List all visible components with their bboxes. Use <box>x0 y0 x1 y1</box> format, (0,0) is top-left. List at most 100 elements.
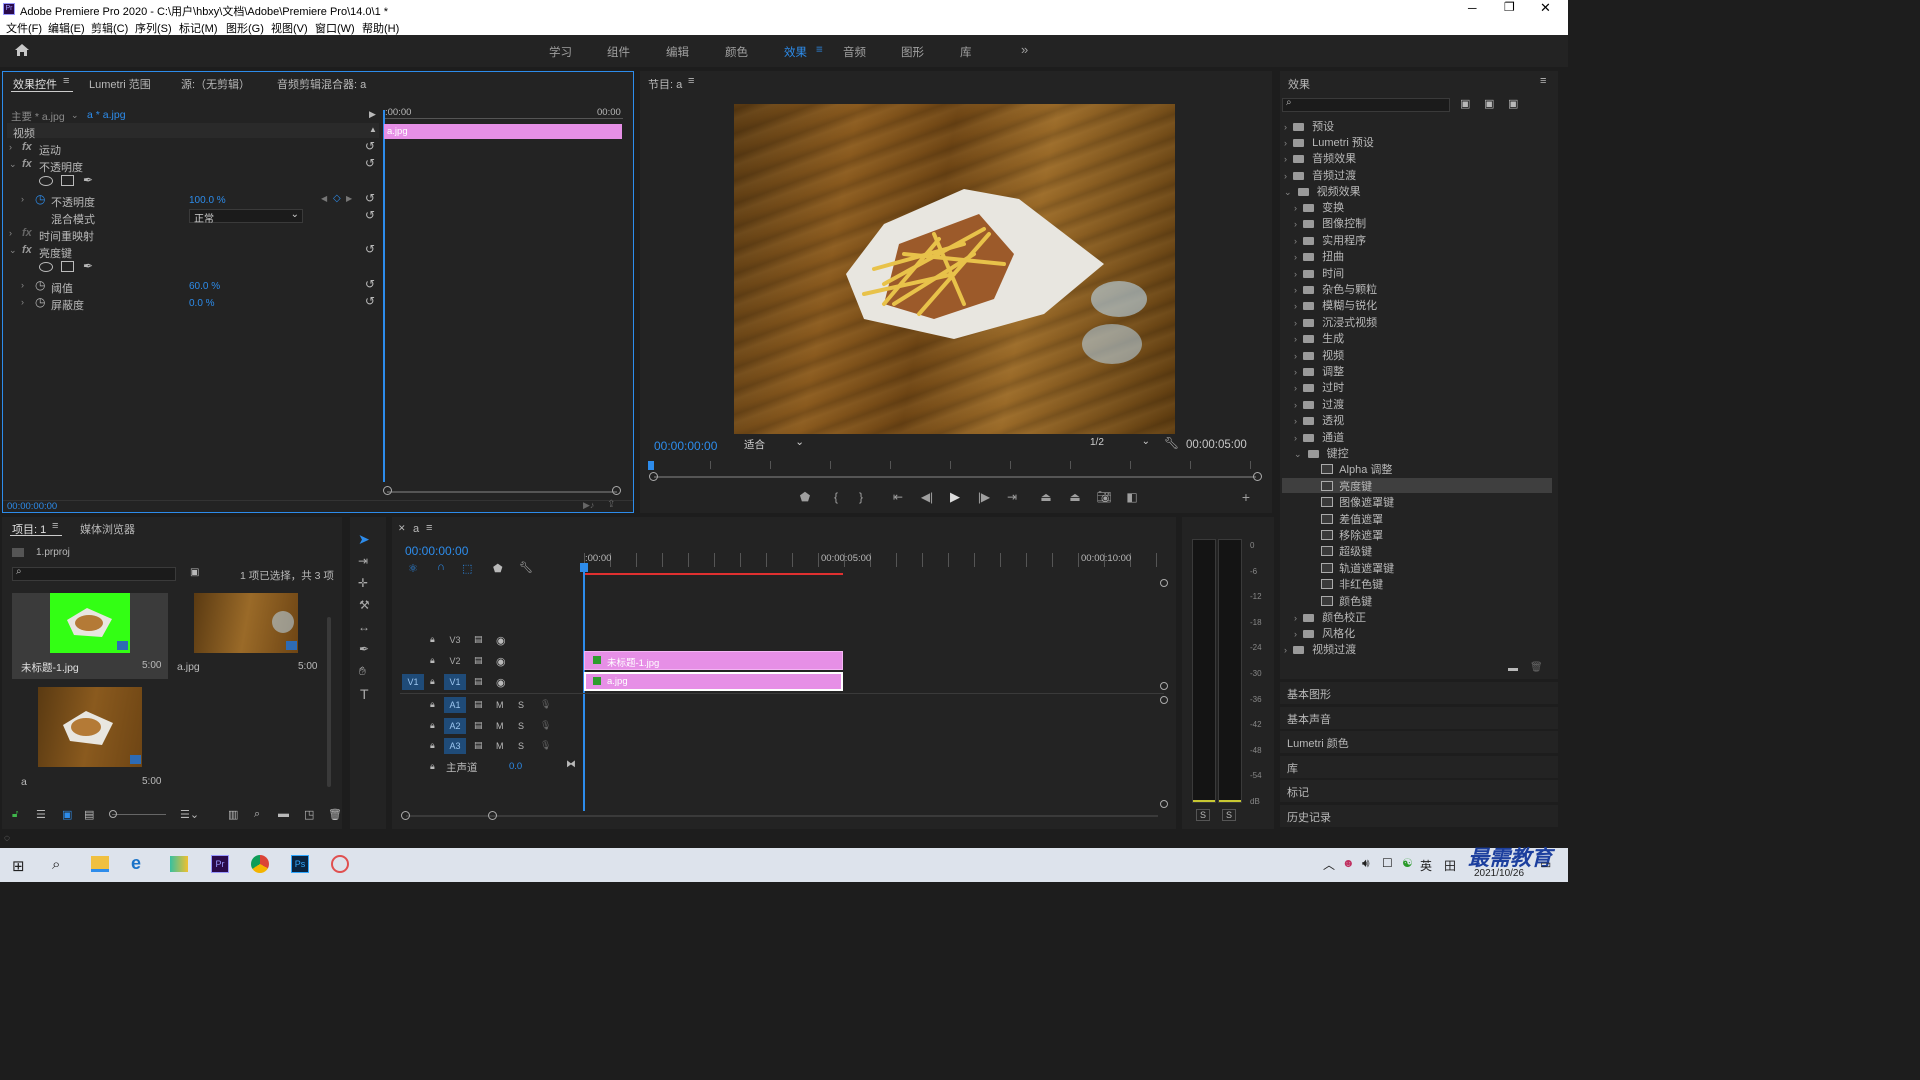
effects-folder-video-effects[interactable]: ⌄ 视频效果 <box>1284 183 1361 199</box>
new-bin-icon[interactable]: ▬ <box>1508 663 1518 674</box>
ec-zoom-handle-right[interactable] <box>612 486 621 495</box>
volume-icon[interactable]: 🔊︎ <box>1362 856 1370 871</box>
track-a1-label[interactable]: A1 <box>444 697 466 713</box>
collapsed-panel[interactable]: Lumetri 颜色 <box>1280 731 1558 754</box>
video-effect-folder[interactable]: › 风格化 <box>1282 625 1355 640</box>
menu-help[interactable]: 帮助(H) <box>362 20 399 36</box>
solo-icon[interactable]: S <box>518 741 524 751</box>
luma-rectangle-mask-icon[interactable] <box>61 261 74 272</box>
more-workspaces-icon[interactable]: » <box>1021 42 1028 57</box>
program-menu-icon[interactable]: ≡ <box>688 75 694 87</box>
add-marker-icon[interactable]: ⬟ <box>797 489 813 505</box>
workspace-graphics[interactable]: 图形 <box>901 44 924 60</box>
prev-keyframe-icon[interactable]: ◀ <box>321 194 327 203</box>
fit-select[interactable]: 适合 ⌄ <box>740 436 806 451</box>
video-effect-folder[interactable]: › 扭曲 <box>1282 248 1344 263</box>
zoom-slider[interactable] <box>112 814 166 815</box>
tab-lumetri-scopes[interactable]: Lumetri 范围 <box>89 76 151 92</box>
ime-mode-icon[interactable]: 田 <box>1444 857 1456 874</box>
track-a2-label[interactable]: A2 <box>444 718 466 734</box>
slip-tool-icon[interactable]: ↔ <box>358 620 370 634</box>
tab-audio-clip-mixer[interactable]: 音频剪辑混合器: a <box>277 76 366 92</box>
menu-marker[interactable]: 标记(M) <box>179 20 218 36</box>
time-remap-expand-icon[interactable]: › <box>9 228 12 238</box>
project-search-input[interactable]: ⌕ <box>12 566 176 581</box>
collapsed-panel[interactable]: 历史记录 <box>1280 805 1558 827</box>
blend-reset-icon[interactable]: ↺ <box>365 208 375 222</box>
sync-lock-icon[interactable]: ▤ <box>474 720 483 731</box>
network-icon[interactable]: ☐ <box>1382 856 1393 870</box>
keying-effect-item[interactable]: 亮度键 <box>1282 477 1552 493</box>
menu-window[interactable]: 窗口(W) <box>315 20 355 36</box>
play-only-icon[interactable]: ▶ <box>369 109 376 120</box>
keying-effect-item[interactable]: 移除遮罩 <box>1282 527 1383 542</box>
cutoff-stopwatch-icon[interactable]: ◷ <box>35 295 45 309</box>
mark-out-icon[interactable]: } <box>853 489 869 505</box>
settings-wrench-icon[interactable]: 🔧︎ <box>1164 436 1179 450</box>
effects-menu-icon[interactable]: ≡ <box>1540 75 1546 87</box>
clear-icon[interactable]: 🗑︎ <box>328 808 342 821</box>
eye-icon[interactable]: ◉ <box>496 634 506 647</box>
sequence-menu-icon[interactable]: ≡ <box>426 522 432 534</box>
lock-track-icon[interactable]: 🔒︎ <box>430 655 435 666</box>
collapsed-panel[interactable]: 库 <box>1280 755 1558 778</box>
video-effect-folder[interactable]: › 时间 <box>1282 265 1344 280</box>
mute-icon[interactable]: M <box>496 700 504 710</box>
clip-label[interactable]: a * a.jpg <box>87 109 126 121</box>
program-monitor-title[interactable]: 节目: a <box>648 76 682 92</box>
motion-reset-icon[interactable]: ↺ <box>365 139 375 153</box>
workspace-audio[interactable]: 音频 <box>843 44 866 60</box>
video-effect-folder[interactable]: › 沉浸式视频 <box>1282 314 1377 329</box>
ec-zoom-scrollbar[interactable] <box>387 491 617 493</box>
video-effect-folder[interactable]: › 变换 <box>1282 199 1344 214</box>
rectangle-mask-icon[interactable] <box>61 175 74 186</box>
accelerated-effects-icon[interactable]: ▣ <box>1460 97 1470 110</box>
sync-lock-icon[interactable]: ▤ <box>474 634 483 645</box>
effects-search-input[interactable]: ⌕ <box>1282 97 1450 112</box>
master-track-value[interactable]: 0.0 <box>509 761 522 772</box>
luma-ellipse-mask-icon[interactable] <box>39 262 53 272</box>
program-video-frame[interactable] <box>734 104 1175 434</box>
video-effect-folder[interactable]: › 透视 <box>1282 412 1344 427</box>
automate-to-sequence-icon[interactable]: ▥ <box>228 808 238 821</box>
lock-track-icon[interactable]: 🔒︎ <box>430 634 435 645</box>
lock-track-icon[interactable]: 🔒︎ <box>430 761 435 772</box>
program-ruler[interactable] <box>650 461 1260 469</box>
eye-icon[interactable]: ◉ <box>496 655 506 668</box>
a-scroll-handle[interactable] <box>1160 696 1168 704</box>
track-a3-label[interactable]: A3 <box>444 738 466 754</box>
go-to-end-icon[interactable]: ⧓ <box>566 759 576 770</box>
store-icon[interactable] <box>170 856 188 872</box>
minimize-icon[interactable]: ─ <box>1468 1 1477 15</box>
eye-icon[interactable]: ◉ <box>496 676 506 689</box>
mark-in-icon[interactable]: { <box>828 489 844 505</box>
program-scroll-left[interactable] <box>649 472 658 481</box>
icon-view-icon[interactable]: ▣ <box>62 808 72 821</box>
timeline-ruler[interactable] <box>584 553 1164 567</box>
sequence-tab-name[interactable]: a <box>413 523 419 535</box>
track-v3-label[interactable]: V3 <box>444 635 466 645</box>
solo-icon[interactable]: S <box>518 700 524 710</box>
tray-up-icon[interactable]: ︿ <box>1323 856 1335 873</box>
menu-edit[interactable]: 编辑(E) <box>48 20 85 36</box>
lock-icon[interactable]: 🔓︎ <box>12 809 18 820</box>
new-item-icon[interactable]: ◳ <box>304 808 314 821</box>
h-scroll-handle-right[interactable] <box>488 811 497 820</box>
cutoff-reset-icon[interactable]: ↺ <box>365 294 375 308</box>
mute-icon[interactable]: M <box>496 721 504 731</box>
delete-icon[interactable]: 🗑︎ <box>1530 662 1543 673</box>
new-search-bin-icon[interactable]: ▣ <box>190 567 199 578</box>
ellipse-mask-icon[interactable] <box>39 176 53 186</box>
opacity-reset-icon[interactable]: ↺ <box>365 156 375 170</box>
menu-view[interactable]: 视图(V) <box>271 20 308 36</box>
project-item-sequence-a[interactable]: a 5:00 <box>12 687 168 788</box>
type-tool-icon[interactable]: T <box>360 686 369 702</box>
windows-start-icon[interactable]: ⊞ <box>12 857 25 875</box>
effects-folder-audio-transitions[interactable]: › 音频过渡 <box>1284 167 1356 183</box>
tray-green-icon[interactable]: ☯ <box>1402 856 1413 870</box>
nest-icon[interactable]: ⚛︎ <box>408 562 418 575</box>
solo-left-button[interactable]: S <box>1196 809 1210 821</box>
video-effect-folder[interactable]: › 图像控制 <box>1282 215 1366 230</box>
comparison-view-icon[interactable]: ◧ <box>1124 489 1140 505</box>
video-effect-folder[interactable]: › 颜色校正 <box>1282 609 1366 624</box>
